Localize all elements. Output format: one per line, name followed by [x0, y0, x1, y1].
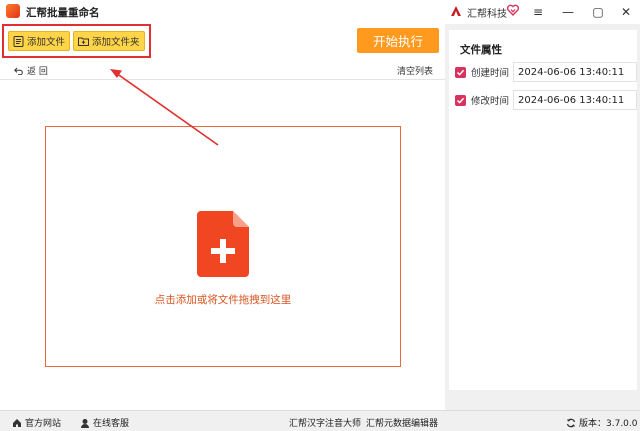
created-time-label: 创建时间 — [471, 68, 510, 79]
modified-time-row: 修改时间 — [455, 90, 637, 110]
vip-heart-icon[interactable] — [507, 4, 519, 16]
drop-zone-hint: 点击添加或将文件拖拽到这里 — [154, 294, 292, 306]
close-button[interactable]: ✕ — [612, 2, 640, 22]
title-bar: 汇帮批量重命名 汇帮科技 ≡ — ▢ ✕ — [0, 0, 640, 24]
official-website-label: 官方网站 — [25, 419, 62, 429]
app-title: 汇帮批量重命名 — [26, 7, 100, 19]
list-action-bar: 返 回 清空列表 — [0, 60, 445, 80]
maximize-button[interactable]: ▢ — [584, 2, 612, 22]
drop-zone[interactable]: 点击添加或将文件拖拽到这里 — [45, 126, 401, 367]
start-button[interactable]: 开始执行 — [357, 28, 439, 53]
file-list-area: 点击添加或将文件拖拽到这里 — [0, 80, 445, 410]
check-icon — [456, 97, 465, 104]
brand-name: 汇帮科技 — [467, 9, 507, 20]
home-icon — [13, 418, 21, 427]
folder-add-icon — [78, 37, 89, 46]
clear-list-button[interactable]: 清空列表 — [397, 64, 433, 77]
add-file-button[interactable]: 添加文件 — [8, 31, 71, 51]
modified-time-input[interactable] — [513, 90, 637, 110]
modified-time-label: 修改时间 — [471, 96, 510, 107]
app-logo-icon — [6, 4, 20, 18]
pinyin-tool-link[interactable]: 汇帮汉字注音大师 — [289, 416, 361, 429]
brand-logo-icon — [451, 6, 461, 16]
version-label: 版本：3.7.0.0 — [579, 419, 638, 429]
undo-arrow-icon — [14, 67, 23, 75]
file-list-icon — [13, 35, 24, 47]
add-file-label: 添加文件 — [27, 37, 66, 48]
status-bar: 官方网站 在线客服 汇帮汉字注音大师 汇帮元数据编辑器 版本：3.7.0.0 — [0, 410, 640, 431]
created-time-checkbox[interactable] — [455, 66, 466, 78]
support-agent-icon — [81, 418, 89, 428]
add-folder-button[interactable]: 添加文件夹 — [73, 31, 145, 51]
check-icon — [456, 69, 465, 76]
created-time-row: 创建时间 — [455, 62, 637, 82]
created-time-input[interactable] — [513, 62, 637, 82]
metadata-editor-link[interactable]: 汇帮元数据编辑器 — [366, 416, 438, 429]
file-attributes-panel: 文件属性 创建时间 修改时间 — [449, 30, 637, 390]
menu-button[interactable]: ≡ — [524, 2, 552, 22]
refresh-icon — [566, 418, 576, 427]
version-info[interactable]: 版本：3.7.0.0 — [566, 416, 638, 429]
add-folder-label: 添加文件夹 — [92, 37, 140, 48]
modified-time-checkbox[interactable] — [455, 94, 466, 106]
minimize-button[interactable]: — — [554, 2, 582, 22]
add-file-large-icon — [197, 211, 249, 277]
back-button[interactable]: 返 回 — [14, 64, 48, 77]
back-label: 返 回 — [27, 67, 48, 77]
online-support-link[interactable]: 在线客服 — [80, 416, 129, 429]
official-website-link[interactable]: 官方网站 — [12, 416, 61, 429]
online-support-label: 在线客服 — [93, 419, 130, 429]
panel-title: 文件属性 — [460, 44, 502, 56]
